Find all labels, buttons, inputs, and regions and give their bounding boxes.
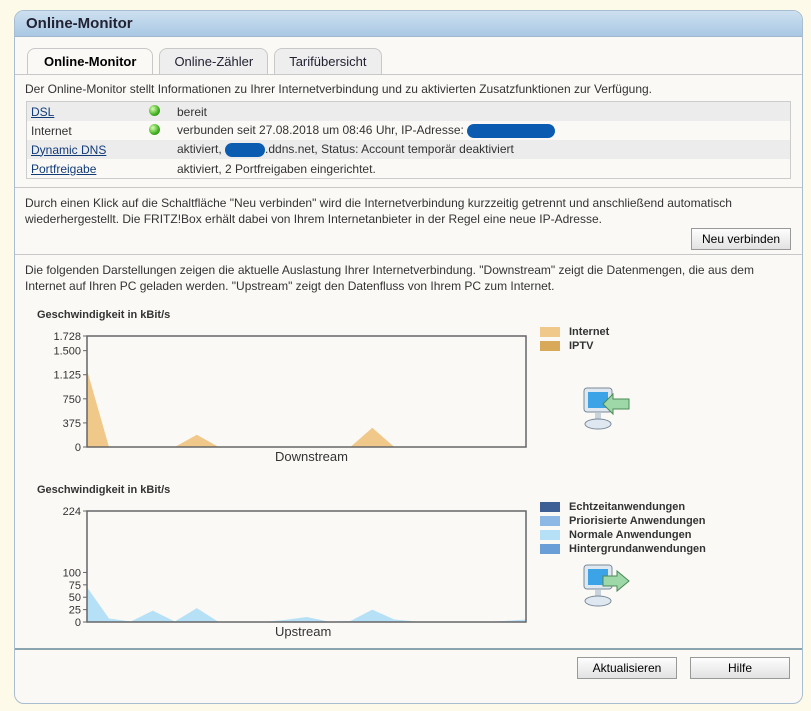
y-tick-label: 75 <box>69 580 81 592</box>
y-tick-label: 1.125 <box>53 370 81 382</box>
y-tick-label: 0 <box>75 442 81 451</box>
legend-swatch <box>540 502 560 512</box>
y-tick-label: 375 <box>63 418 81 430</box>
redacted-hostname <box>225 142 266 157</box>
y-tick-label: 224 <box>63 506 81 518</box>
table-row: Dynamic DNS aktiviert, .ddns.net, Status… <box>26 140 791 159</box>
dsl-link[interactable]: DSL <box>31 105 54 119</box>
plot-frame <box>86 335 527 448</box>
y-tick-label: 25 <box>69 605 81 617</box>
y-tick-label: 1.500 <box>53 346 81 358</box>
legend-swatch <box>540 327 560 337</box>
table-row: Internet verbunden seit 27.08.2018 um 08… <box>27 121 791 140</box>
legend-swatch <box>540 516 560 526</box>
area-series-internet <box>87 369 526 447</box>
legend-item: IPTV <box>540 339 609 353</box>
status-led-icon <box>149 104 160 116</box>
status-value: aktiviert, 2 Portfreigaben eingerichtet. <box>177 161 376 176</box>
y-tick-label: 750 <box>63 394 81 406</box>
pc-download-icon <box>583 387 630 430</box>
status-table: DSL bereit Internet verbunden seit 27.08… <box>26 101 791 179</box>
online-monitor-panel: Online-Monitor Online-Monitor Online-Zäh… <box>14 10 803 704</box>
status-value: bereit <box>177 104 208 119</box>
legend-item: Priorisierte Anwendungen <box>540 514 706 528</box>
redacted-ip <box>467 123 556 138</box>
y-tick-label: 50 <box>69 592 81 604</box>
divider <box>15 74 802 75</box>
status-label: Internet <box>31 123 72 138</box>
legend-item: Echtzeitanwendungen <box>540 500 706 514</box>
charts-intro-text: Die folgenden Darstellungen zeigen die a… <box>25 263 754 293</box>
y-tick-label: 100 <box>63 567 81 579</box>
y-tick-label: 0 <box>75 617 81 626</box>
status-value: .ddns.net, Status: Account temporär deak… <box>265 142 514 157</box>
downstream-legend: Internet IPTV <box>540 325 609 353</box>
area-series-normale-anwendungen <box>87 587 526 622</box>
tab-bar: Online-Monitor Online-Zähler Tarifübersi… <box>27 48 382 75</box>
downstream-chart: 03757501.1251.5001.728Zeit <box>53 331 527 451</box>
upstream-legend: Echtzeitanwendungen Priorisierte Anwendu… <box>540 500 706 556</box>
tab-online-zaehler[interactable]: Online-Zähler <box>159 48 269 75</box>
page-title: Online-Monitor <box>15 11 802 37</box>
tab-tarifuebersicht[interactable]: Tarifübersicht <box>274 48 382 75</box>
status-value: aktiviert, <box>177 142 222 157</box>
legend-item: Internet <box>540 325 609 339</box>
intro-text: Der Online-Monitor stellt Informationen … <box>25 82 653 96</box>
divider <box>15 648 802 650</box>
pc-upload-icon <box>583 564 630 607</box>
reconnect-button[interactable]: Neu verbinden <box>691 228 792 250</box>
legend-item: Hintergrundanwendungen <box>540 542 706 556</box>
divider <box>15 187 802 188</box>
divider <box>15 254 802 255</box>
downstream-title: Downstream <box>275 449 348 464</box>
legend-swatch <box>540 341 560 351</box>
legend-swatch <box>540 544 560 554</box>
legend-item: Normale Anwendungen <box>540 528 706 542</box>
table-row: Portfreigabe aktiviert, 2 Portfreigaben … <box>27 159 791 179</box>
plot-frame <box>86 510 527 623</box>
table-row: DSL bereit <box>26 101 791 121</box>
dynamic-dns-link[interactable]: Dynamic DNS <box>31 143 106 157</box>
reconnect-text: Durch einen Klick auf die Schaltfläche "… <box>25 196 732 226</box>
tab-online-monitor[interactable]: Online-Monitor <box>27 48 154 75</box>
y-tick-label: 1.728 <box>53 331 81 343</box>
upstream-title: Upstream <box>275 624 332 639</box>
upstream-chart: 0255075100224Zeit <box>63 506 527 626</box>
refresh-button[interactable]: Aktualisieren <box>577 657 677 679</box>
status-led-icon <box>149 123 160 135</box>
portfreigabe-link[interactable]: Portfreigabe <box>31 162 96 176</box>
status-value: verbunden seit 27.08.2018 um 08:46 Uhr, … <box>177 123 464 138</box>
legend-swatch <box>540 530 560 540</box>
help-button[interactable]: Hilfe <box>690 657 790 679</box>
